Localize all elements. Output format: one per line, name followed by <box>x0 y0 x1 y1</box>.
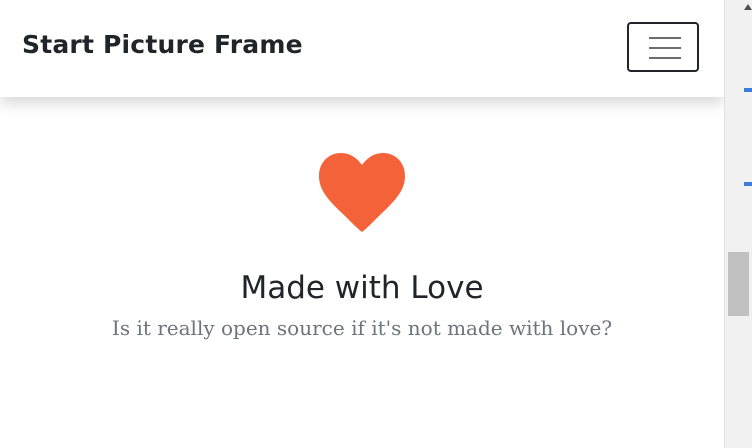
hamburger-menu-icon <box>649 37 681 59</box>
navbar-brand[interactable]: Start Picture Frame <box>22 30 303 59</box>
navbar-toggler-button[interactable] <box>627 22 699 72</box>
scroll-marker <box>744 88 752 92</box>
feature-text: Is it really open source if it's not mad… <box>111 316 613 340</box>
scroll-marker <box>744 182 752 186</box>
page-viewport: Start Picture Frame Made with Love Is it… <box>0 0 724 448</box>
scroll-up-arrow-icon[interactable] <box>744 4 752 10</box>
heart-icon <box>319 153 405 232</box>
feature-made-with-love: Made with Love Is it really open source … <box>0 150 724 342</box>
scrollbar-thumb[interactable] <box>728 252 749 316</box>
navbar: Start Picture Frame <box>0 0 724 97</box>
feature-title: Made with Love <box>240 270 484 306</box>
vertical-scrollbar[interactable] <box>724 0 752 448</box>
